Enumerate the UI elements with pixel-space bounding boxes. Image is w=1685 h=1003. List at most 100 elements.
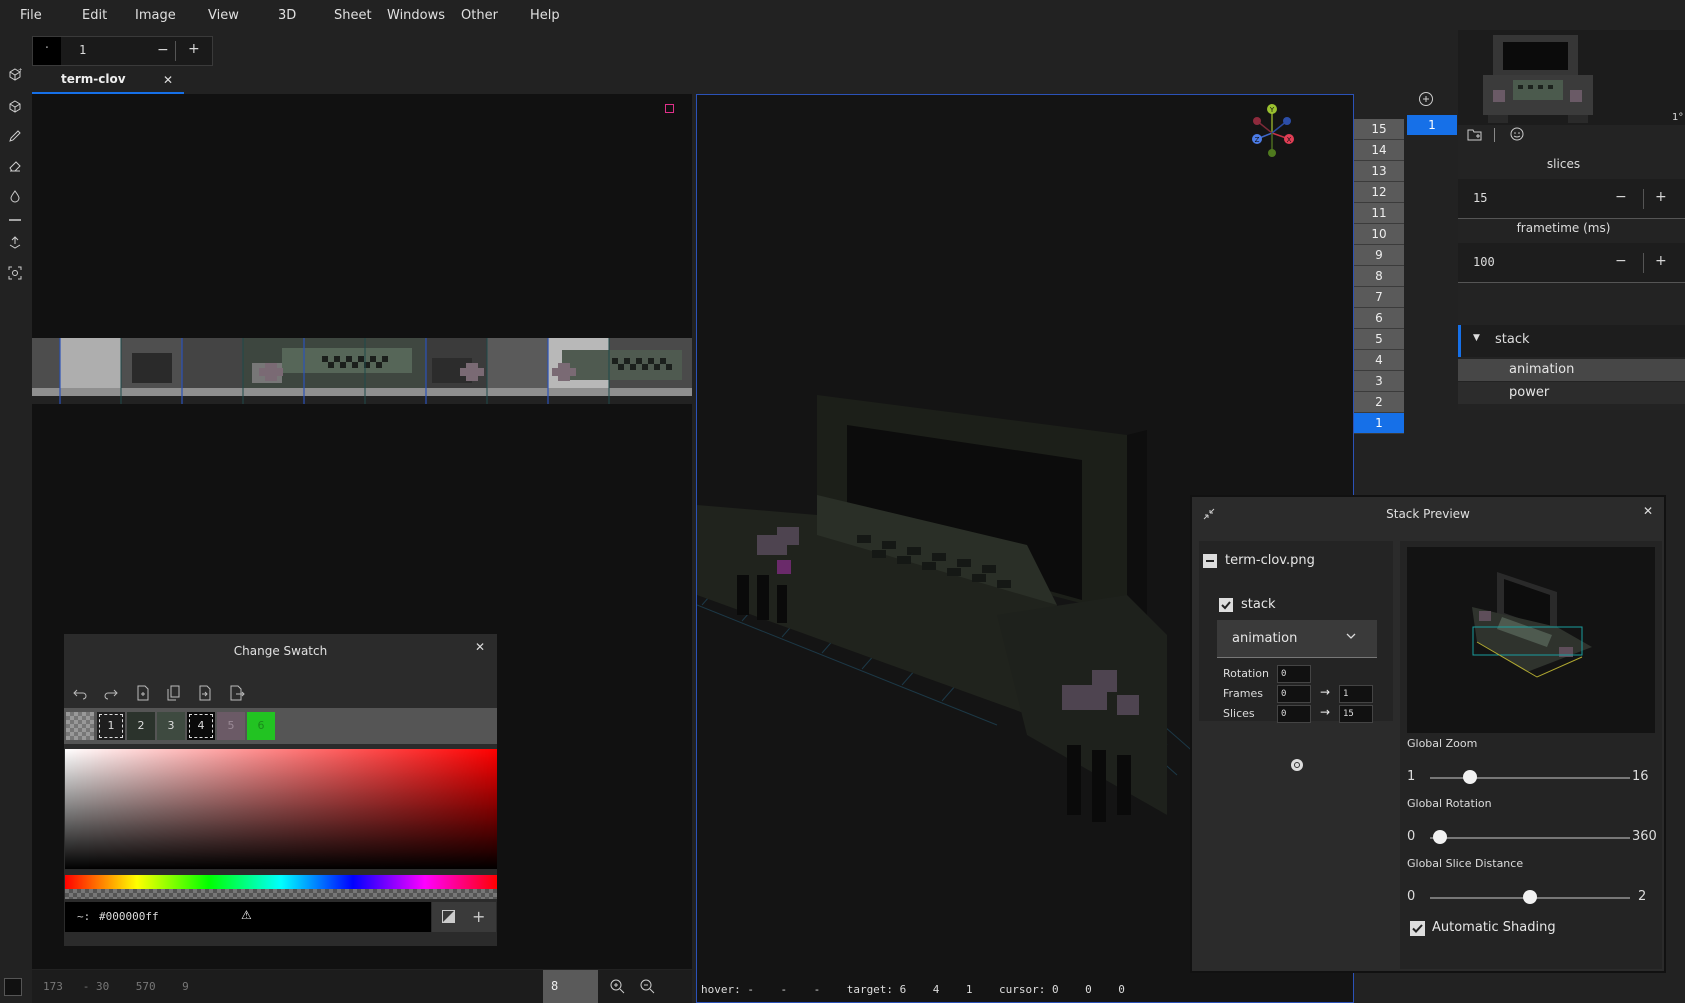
slice-row[interactable]: 8	[1354, 266, 1404, 287]
zoom-out-icon[interactable]	[639, 978, 655, 998]
swatch-6[interactable]: 6	[247, 712, 275, 740]
slice-row[interactable]: 9	[1354, 245, 1404, 266]
frame-increment-button[interactable]: +	[188, 41, 200, 57]
close-window-icon[interactable]: ✕	[475, 640, 485, 654]
close-tab-icon[interactable]: ✕	[163, 73, 173, 87]
swatch-1[interactable]: 1	[97, 712, 125, 740]
frametime-value[interactable]: 100	[1473, 255, 1495, 269]
saturation-value-picker[interactable]	[65, 749, 497, 869]
import-palette-icon[interactable]	[198, 685, 212, 705]
menu-sheet[interactable]: Sheet	[334, 8, 372, 23]
undo-icon[interactable]	[73, 686, 87, 704]
slice-row[interactable]: 2	[1354, 392, 1404, 413]
slice-row[interactable]: 4	[1354, 350, 1404, 371]
slice-row[interactable]: 13	[1354, 161, 1404, 182]
emoji-face-icon[interactable]	[1509, 126, 1525, 146]
new-palette-icon[interactable]	[136, 685, 150, 705]
hue-slider[interactable]	[65, 875, 497, 889]
add-swatch-icon[interactable]: +	[472, 907, 485, 926]
cube-select-icon[interactable]	[5, 99, 25, 119]
frame-marker[interactable]: ·	[33, 37, 61, 65]
animation-select[interactable]: animation	[1217, 620, 1377, 658]
frames-from-input[interactable]: 0	[1277, 685, 1311, 703]
global-zoom-slider-knob[interactable]	[1463, 770, 1477, 784]
line-tool-icon[interactable]	[5, 213, 25, 233]
redo-icon[interactable]	[104, 686, 118, 704]
rotation-label: Rotation	[1223, 667, 1269, 680]
slice-distance-slider-knob[interactable]	[1523, 890, 1537, 904]
swatch-5[interactable]: 5	[217, 712, 245, 740]
expand-caret-icon[interactable]: ▼	[1473, 333, 1480, 343]
menu-view[interactable]: View	[208, 8, 239, 23]
collapse-file-checkbox[interactable]	[1203, 554, 1217, 568]
sprite-thumbnail[interactable]	[1458, 30, 1685, 125]
global-rotation-slider[interactable]	[1430, 837, 1630, 839]
slice-row[interactable]: 6	[1354, 308, 1404, 329]
menu-windows[interactable]: Windows	[387, 8, 445, 23]
extrude-icon[interactable]	[5, 236, 25, 256]
menu-image[interactable]: Image	[135, 8, 176, 23]
zoom-input[interactable]: 8	[543, 970, 598, 1003]
menu-3d[interactable]: 3D	[278, 8, 296, 23]
primary-color-swatch[interactable]	[4, 978, 22, 996]
rotation-input[interactable]: 0	[1277, 665, 1311, 683]
global-zoom-slider[interactable]	[1430, 777, 1630, 779]
cursor-coordinates: 173 - 30 570 9	[43, 980, 189, 993]
camera-frame-icon[interactable]	[5, 266, 25, 286]
swatch-4[interactable]: 4	[187, 712, 215, 740]
swatch-2[interactable]: 2	[127, 712, 155, 740]
swatch-3[interactable]: 3	[157, 712, 185, 740]
tree-item-label: power	[1509, 385, 1549, 400]
export-palette-icon[interactable]	[229, 685, 245, 705]
frame-value[interactable]: 1	[79, 43, 86, 57]
slices-to-input[interactable]: 15	[1339, 705, 1373, 723]
alpha-slider[interactable]	[65, 889, 497, 899]
axis-gizmo[interactable]: Y Z X	[1245, 101, 1305, 165]
tree-item-power[interactable]: power	[1458, 382, 1685, 404]
tree-item-animation[interactable]: animation	[1458, 359, 1685, 381]
slice-row[interactable]: 12	[1354, 182, 1404, 203]
global-rotation-slider-knob[interactable]	[1433, 830, 1447, 844]
zoom-in-icon[interactable]	[609, 978, 625, 998]
add-slice-icon[interactable]	[1418, 91, 1434, 111]
divider	[1494, 128, 1495, 142]
slice-row[interactable]: 7	[1354, 287, 1404, 308]
eraser-icon[interactable]	[5, 159, 25, 179]
menu-file[interactable]: File	[20, 8, 42, 23]
frames-to-input[interactable]: 1	[1339, 685, 1373, 703]
close-window-icon[interactable]: ✕	[1643, 504, 1653, 518]
stack-layer-checkbox[interactable]	[1219, 598, 1233, 612]
slices-increment-button[interactable]: +	[1655, 189, 1667, 205]
active-frame-cell[interactable]: 1	[1407, 115, 1457, 135]
slices-from-input[interactable]: 0	[1277, 705, 1311, 723]
slice-row[interactable]: 14	[1354, 140, 1404, 161]
contrast-icon[interactable]	[442, 910, 455, 927]
file-name: term-clov.png	[1225, 553, 1315, 568]
slices-decrement-button[interactable]: −	[1615, 189, 1627, 205]
tree-item-stack[interactable]: ▼ stack	[1458, 325, 1685, 357]
slice-row[interactable]: 1	[1354, 413, 1404, 434]
slice-row[interactable]: 3	[1354, 371, 1404, 392]
automatic-shading-checkbox[interactable]	[1410, 921, 1425, 936]
stack-preview-render[interactable]	[1407, 547, 1655, 733]
fill-drop-icon[interactable]	[5, 189, 25, 209]
slice-row[interactable]: 11	[1354, 203, 1404, 224]
frame-decrement-button[interactable]: −	[157, 42, 169, 58]
hex-input[interactable]: ~: #000000ff ⚠	[65, 902, 431, 932]
tab-term-clov[interactable]: term-clov ✕	[32, 70, 184, 94]
menu-help[interactable]: Help	[530, 8, 560, 23]
add-cube-icon[interactable]: +	[5, 67, 25, 87]
slices-value[interactable]: 15	[1473, 191, 1487, 205]
slice-row[interactable]: 5	[1354, 329, 1404, 350]
menu-edit[interactable]: Edit	[82, 8, 107, 23]
copy-palette-icon[interactable]	[167, 685, 181, 705]
transparent-swatch[interactable]	[66, 712, 94, 740]
pencil-icon[interactable]	[5, 129, 25, 149]
menu-other[interactable]: Other	[461, 8, 498, 23]
folder-add-icon[interactable]	[1467, 128, 1483, 146]
frametime-increment-button[interactable]: +	[1655, 253, 1667, 269]
frametime-decrement-button[interactable]: −	[1615, 253, 1627, 269]
add-layer-icon[interactable]	[1290, 758, 1304, 776]
slice-row[interactable]: 15	[1354, 119, 1404, 140]
slice-row[interactable]: 10	[1354, 224, 1404, 245]
